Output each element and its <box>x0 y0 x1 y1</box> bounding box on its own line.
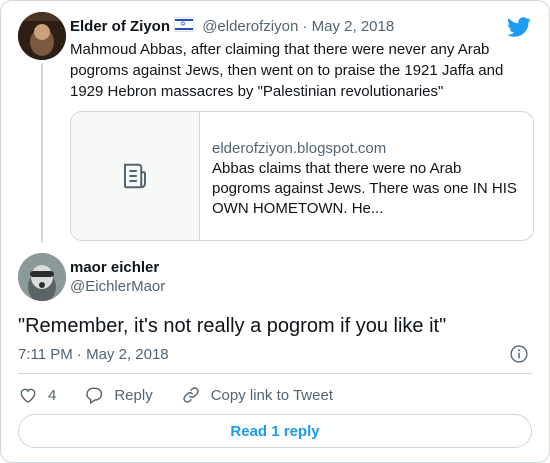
twitter-bird-icon[interactable] <box>507 15 531 39</box>
reply-button[interactable]: Reply <box>84 385 153 405</box>
link-body: elderofziyon.blogspot.com Abbas claims t… <box>212 139 522 219</box>
avatar-image <box>18 12 66 60</box>
tweet-embed-card: Elder of Ziyon ✡ @elderofziyon · May 2, 2… <box>0 0 550 463</box>
separator-dot: · <box>302 18 308 35</box>
parent-author-handle[interactable]: @elderofziyon <box>202 18 298 35</box>
read-replies-button[interactable]: Read 1 reply <box>18 414 532 448</box>
read-replies-label: Read 1 reply <box>230 422 320 440</box>
parent-tweet-text: Mahmoud Abbas, after claiming that there… <box>70 41 504 100</box>
tweet-timestamp[interactable]: 7:11 PM · May 2, 2018 <box>18 346 169 363</box>
copy-link-label: Copy link to Tweet <box>210 386 333 404</box>
like-count: 4 <box>48 386 57 404</box>
heart-icon <box>20 388 36 403</box>
author-handle[interactable]: @EichlerMaor <box>70 278 165 295</box>
link-description: Abbas claims that there were no Arab pog… <box>212 160 517 217</box>
parent-avatar[interactable] <box>18 12 66 60</box>
avatar-image <box>18 253 66 301</box>
copy-link-button[interactable]: Copy link to Tweet <box>181 385 333 405</box>
document-icon <box>124 163 146 189</box>
author-avatar[interactable] <box>18 253 66 301</box>
parent-author-name[interactable]: Elder of Ziyon <box>70 18 170 35</box>
info-icon[interactable] <box>509 344 529 364</box>
parent-date[interactable]: May 2, 2018 <box>312 18 395 35</box>
action-bar: 4 Reply Copy link to Tweet <box>18 385 361 405</box>
link-icon <box>183 387 199 403</box>
like-button[interactable]: 4 <box>18 385 56 405</box>
parent-header: Elder of Ziyon ✡ @elderofziyon · May 2, 2… <box>70 17 394 35</box>
link-preview-card[interactable]: elderofziyon.blogspot.com Abbas claims t… <box>70 111 534 241</box>
reply-label: Reply <box>114 386 153 404</box>
israel-flag-icon: ✡ <box>174 17 195 32</box>
author-name[interactable]: maor eichler <box>70 259 159 276</box>
tweet-text: "Remember, it's not really a pogrom if y… <box>18 315 447 337</box>
link-thumbnail <box>71 112 200 240</box>
link-domain: elderofziyon.blogspot.com <box>212 140 387 157</box>
divider <box>18 373 532 374</box>
thread-line <box>41 63 43 243</box>
reply-icon <box>86 387 103 405</box>
